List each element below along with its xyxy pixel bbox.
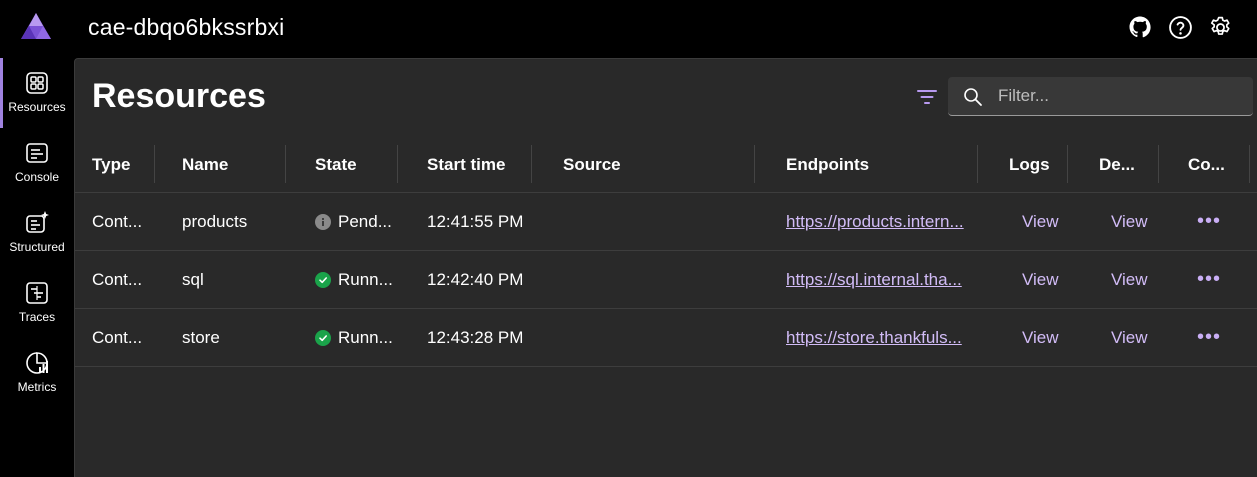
view-logs-link[interactable]: View [1022, 328, 1059, 348]
column-header-commands[interactable]: Co... [1188, 137, 1238, 192]
state-text: Pend... [338, 211, 392, 231]
cell-details: View [1099, 309, 1149, 366]
traces-icon [26, 282, 48, 304]
cell-start-time: 12:41:55 PM [427, 211, 524, 231]
cell-name: products [182, 211, 248, 231]
cell-source [563, 251, 663, 308]
table-header-row: Type Name State Start time Source Endpoi… [75, 137, 1257, 193]
aspire-logo-icon[interactable] [20, 12, 52, 40]
main-panel: Resources Type Name State Start time Sou… [74, 58, 1257, 477]
structured-logs-icon [26, 211, 49, 233]
info-icon [315, 213, 331, 230]
cell-commands: ••• [1188, 193, 1238, 250]
view-details-link[interactable]: View [1111, 328, 1148, 348]
state-text: Runn... [338, 327, 393, 347]
cell-commands: ••• [1188, 309, 1238, 366]
side-nav: Resources Console Structured Traces Metr… [0, 58, 74, 477]
check-circle-icon [315, 329, 331, 346]
nav-label: Structured [9, 240, 65, 254]
cell-name: store [182, 327, 220, 347]
help-icon[interactable] [1167, 14, 1193, 40]
view-logs-link[interactable]: View [1022, 270, 1059, 290]
cell-commands: ••• [1188, 251, 1238, 308]
grid-icon [26, 72, 48, 94]
cell-logs: View [1009, 193, 1059, 250]
state-text: Runn... [338, 269, 393, 289]
table-row[interactable]: Cont... store Runn... 12:43:28 PM https:… [75, 309, 1257, 367]
endpoint-link[interactable]: https://store.thankfuls... [786, 328, 962, 348]
github-icon[interactable] [1127, 14, 1153, 40]
column-header-endpoints[interactable]: Endpoints [786, 137, 974, 192]
table-body: Cont... products Pend... 12:41:55 PM htt… [75, 193, 1257, 367]
nav-item-structured[interactable]: Structured [0, 198, 74, 268]
view-details-link[interactable]: View [1111, 270, 1148, 290]
column-header-details[interactable]: De... [1099, 137, 1149, 192]
cell-state: Pend... [315, 193, 405, 250]
endpoint-link[interactable]: https://sql.internal.tha... [786, 270, 962, 290]
resources-table: Type Name State Start time Source Endpoi… [75, 137, 1257, 367]
more-actions-icon[interactable]: ••• [1188, 326, 1221, 349]
column-header-state[interactable]: State [315, 137, 405, 192]
metrics-icon [26, 352, 48, 374]
cell-start-time: 12:42:40 PM [427, 269, 524, 289]
filter-input[interactable] [998, 77, 1248, 115]
column-header-logs[interactable]: Logs [1009, 137, 1059, 192]
cell-source [563, 309, 663, 366]
nav-item-console[interactable]: Console [0, 128, 74, 198]
more-actions-icon[interactable]: ••• [1188, 210, 1221, 233]
page-title: Resources [92, 77, 266, 115]
nav-item-resources[interactable]: Resources [0, 58, 74, 128]
filter-search-box[interactable] [948, 77, 1253, 116]
nav-item-metrics[interactable]: Metrics [0, 338, 74, 408]
column-header-name[interactable]: Name [182, 137, 282, 192]
app-title: cae-dbqo6bkssrbxi [88, 14, 285, 40]
cell-start-time: 12:43:28 PM [427, 327, 524, 347]
search-icon [964, 88, 982, 106]
cell-details: View [1099, 193, 1149, 250]
cell-type: Cont... [92, 269, 143, 289]
cell-type: Cont... [92, 327, 143, 347]
cell-source [563, 193, 663, 250]
cell-type: Cont... [92, 211, 143, 231]
top-header: cae-dbqo6bkssrbxi [0, 0, 1257, 58]
check-circle-icon [315, 271, 331, 288]
cell-name: sql [182, 269, 204, 289]
view-details-link[interactable]: View [1111, 212, 1148, 232]
nav-item-traces[interactable]: Traces [0, 268, 74, 338]
console-icon [26, 143, 48, 163]
column-header-type[interactable]: Type [92, 137, 154, 192]
nav-label: Metrics [17, 380, 57, 394]
cell-logs: View [1009, 251, 1059, 308]
table-row[interactable]: Cont... sql Runn... 12:42:40 PM https://… [75, 251, 1257, 309]
cell-endpoint: https://store.thankfuls... [786, 309, 974, 366]
cell-endpoint: https://products.intern... [786, 193, 974, 250]
settings-gear-icon[interactable] [1207, 14, 1233, 40]
column-header-start-time[interactable]: Start time [427, 137, 537, 192]
cell-state: Runn... [315, 251, 405, 308]
cell-endpoint: https://sql.internal.tha... [786, 251, 974, 308]
view-logs-link[interactable]: View [1022, 212, 1059, 232]
endpoint-link[interactable]: https://products.intern... [786, 212, 964, 232]
more-actions-icon[interactable]: ••• [1188, 268, 1221, 291]
cell-details: View [1099, 251, 1149, 308]
nav-label: Traces [18, 310, 56, 324]
cell-logs: View [1009, 309, 1059, 366]
table-row[interactable]: Cont... products Pend... 12:41:55 PM htt… [75, 193, 1257, 251]
nav-label: Resources [8, 100, 66, 114]
column-header-source[interactable]: Source [563, 137, 663, 192]
filter-icon[interactable] [915, 85, 939, 109]
nav-label: Console [14, 170, 60, 184]
cell-state: Runn... [315, 309, 405, 366]
